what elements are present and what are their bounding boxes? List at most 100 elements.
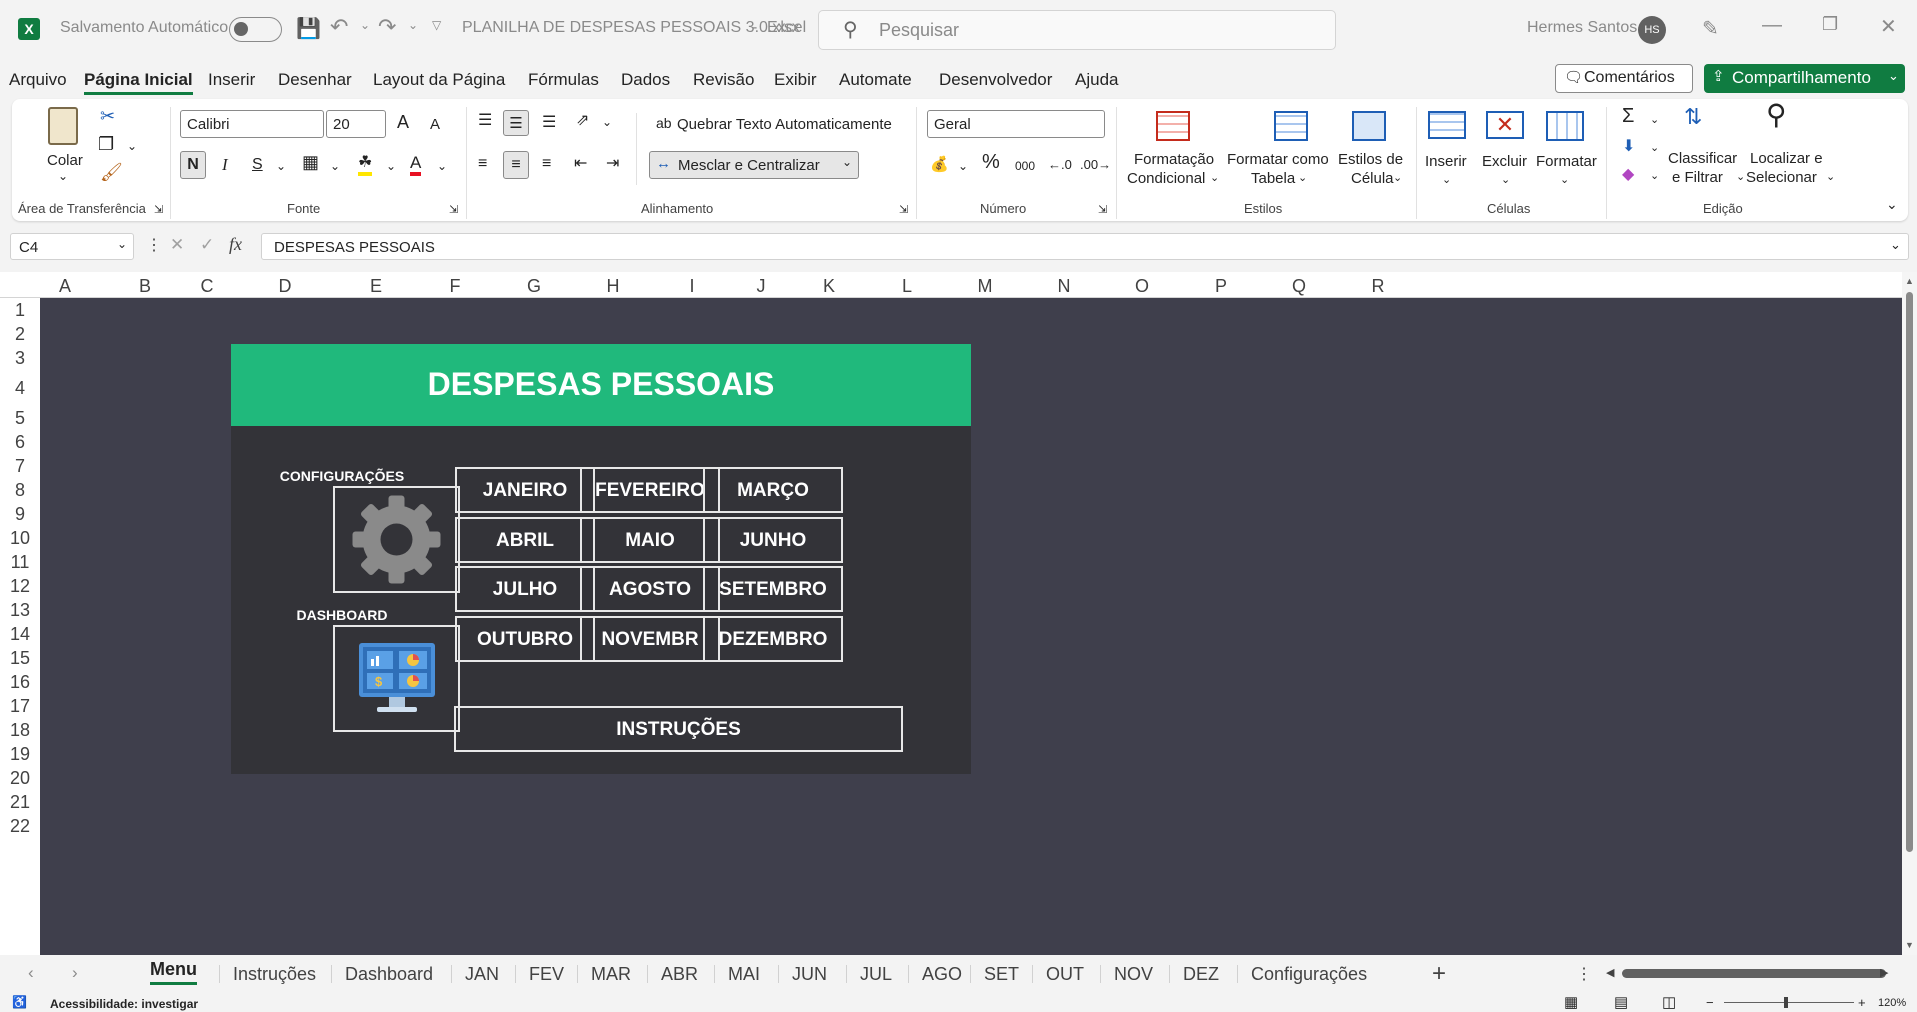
column-header-q[interactable]: Q — [1289, 276, 1309, 297]
font-name-combo[interactable]: Calibri — [180, 110, 324, 138]
row-header-17[interactable]: 17 — [0, 696, 40, 718]
page-layout-icon[interactable]: ▤ — [1614, 993, 1628, 1011]
sheet-tab-out[interactable]: OUT — [1046, 964, 1084, 985]
sheet-tab-menu[interactable]: Menu — [150, 959, 197, 985]
format-painter-icon[interactable]: 🖌 — [100, 163, 123, 182]
menu-desenvolvedor[interactable]: Desenvolvedor — [939, 70, 1052, 90]
delete-cells-icon[interactable]: ✕ — [1486, 111, 1524, 139]
align-top-icon[interactable]: ☰ — [478, 111, 492, 130]
decrease-indent-icon[interactable]: ⇤ — [574, 154, 587, 173]
row-header-22[interactable]: 22 — [0, 816, 40, 838]
paste-icon[interactable] — [48, 107, 78, 145]
sheet-tab-fev[interactable]: FEV — [529, 964, 564, 985]
month-button-2[interactable]: FEVEREIRO — [580, 467, 720, 513]
strikethrough-button[interactable]: S — [252, 155, 263, 174]
restore-icon[interactable]: ❐ — [1822, 14, 1838, 35]
row-header-13[interactable]: 13 — [0, 600, 40, 622]
number-format-combo[interactable]: Geral — [927, 110, 1105, 138]
fill-dropdown-icon[interactable]: ⌄ — [386, 157, 396, 176]
alignment-launcher-icon[interactable]: ⇲ — [899, 201, 908, 220]
align-bottom-icon[interactable]: ☰ — [542, 113, 556, 132]
select-all-corner[interactable] — [0, 272, 40, 298]
accounting-dropdown-icon[interactable]: ⌄ — [958, 157, 968, 176]
row-header-12[interactable]: 12 — [0, 576, 40, 598]
user-name[interactable]: Hermes Santos — [1527, 19, 1637, 37]
scroll-up-icon[interactable]: ▲ — [1905, 276, 1914, 286]
zoom-in-icon[interactable]: + — [1858, 995, 1866, 1010]
name-box-dropdown-icon[interactable]: ⌄ — [117, 237, 127, 251]
sheet-tab-set[interactable]: SET — [984, 964, 1019, 985]
zoom-slider-thumb[interactable] — [1784, 997, 1788, 1008]
increase-indent-icon[interactable]: ⇥ — [606, 154, 619, 173]
close-icon[interactable]: ✕ — [1880, 14, 1897, 39]
fill-down-icon[interactable]: ⬇ — [1622, 137, 1635, 156]
column-header-m[interactable]: M — [975, 276, 995, 297]
wrap-text-icon[interactable]: ab — [656, 114, 672, 133]
scroll-right-icon[interactable]: ▶ — [1880, 966, 1888, 979]
row-header-16[interactable]: 16 — [0, 672, 40, 694]
page-break-icon[interactable]: ◫ — [1662, 993, 1676, 1011]
row-header-7[interactable]: 7 — [0, 456, 40, 478]
sheet-tab-jul[interactable]: JUL — [860, 964, 892, 985]
save-icon[interactable]: 💾 — [296, 16, 321, 41]
italic-button[interactable]: I — [222, 155, 228, 174]
pen-icon[interactable]: ✎ — [1702, 16, 1719, 41]
paste-dropdown-icon[interactable]: ⌄ — [58, 167, 68, 186]
scroll-down-icon[interactable]: ▼ — [1905, 940, 1914, 950]
format-table-label-1[interactable]: Formatar como — [1227, 150, 1329, 169]
delete-cells-dropdown-icon[interactable]: ⌄ — [1501, 171, 1510, 190]
horizontal-scroll-thumb[interactable] — [1622, 969, 1886, 978]
zoom-level[interactable]: 120% — [1878, 997, 1906, 1009]
borders-icon[interactable]: ▦ — [302, 153, 319, 172]
clipboard-launcher-icon[interactable]: ⇲ — [154, 201, 163, 220]
row-header-3[interactable]: 3 — [0, 348, 40, 370]
share-dropdown-icon[interactable]: ⌄ — [1888, 68, 1899, 84]
row-header-2[interactable]: 2 — [0, 324, 40, 346]
row-header-15[interactable]: 15 — [0, 648, 40, 670]
cancel-icon[interactable]: ✕ — [170, 235, 184, 255]
insert-cells-dropdown-icon[interactable]: ⌄ — [1442, 171, 1451, 190]
clear-dropdown-icon[interactable]: ⌄ — [1650, 167, 1659, 186]
menu-exibir[interactable]: Exibir — [774, 70, 817, 90]
column-header-p[interactable]: P — [1211, 276, 1231, 297]
autosave-toggle[interactable] — [229, 17, 282, 42]
row-header-8[interactable]: 8 — [0, 480, 40, 502]
excel-logo-icon[interactable]: X — [18, 18, 40, 40]
share-button[interactable]: ⇪ Compartilhamento ⌄ — [1704, 64, 1905, 93]
row-header-1[interactable]: 1 — [0, 300, 40, 322]
config-button[interactable] — [333, 486, 460, 593]
month-button-5[interactable]: MAIO — [580, 517, 720, 563]
conditional-format-dropdown-icon[interactable]: ⌄ — [1210, 169, 1219, 188]
fill-color-icon[interactable]: ☘ — [358, 153, 373, 176]
sheet-tab-nov[interactable]: NOV — [1114, 964, 1153, 985]
format-table-label-2[interactable]: Tabela — [1251, 169, 1295, 188]
column-header-e[interactable]: E — [366, 276, 386, 297]
sheet-tab-dez[interactable]: DEZ — [1183, 964, 1219, 985]
percent-icon[interactable]: % — [982, 152, 1000, 172]
copy-dropdown-icon[interactable]: ⌄ — [127, 137, 137, 156]
row-header-20[interactable]: 20 — [0, 768, 40, 790]
column-header-l[interactable]: L — [897, 276, 917, 297]
thousands-icon[interactable]: 000 — [1015, 157, 1035, 176]
grow-font-icon[interactable]: A — [397, 113, 409, 132]
column-header-o[interactable]: O — [1132, 276, 1152, 297]
font-launcher-icon[interactable]: ⇲ — [449, 201, 458, 220]
collapse-ribbon-icon[interactable]: ⌄ — [1886, 195, 1898, 214]
customize-toolbar-icon[interactable]: ▽ — [432, 18, 441, 32]
row-header-6[interactable]: 6 — [0, 432, 40, 454]
avatar[interactable]: HS — [1638, 16, 1666, 44]
undo-icon[interactable]: ↶ — [330, 14, 348, 40]
row-header-21[interactable]: 21 — [0, 792, 40, 814]
menu-pagina-inicial[interactable]: Página Inicial — [84, 70, 193, 95]
conditional-format-label-1[interactable]: Formatação — [1134, 150, 1214, 169]
column-header-n[interactable]: N — [1054, 276, 1074, 297]
vertical-scroll-thumb[interactable] — [1906, 292, 1913, 852]
search-box[interactable]: ⚲ Pesquisar — [818, 10, 1336, 50]
sheet-tab-dashboard[interactable]: Dashboard — [345, 964, 433, 985]
autosum-dropdown-icon[interactable]: ⌄ — [1650, 111, 1659, 130]
font-size-combo[interactable]: 20 — [326, 110, 386, 138]
row-header-10[interactable]: 10 — [0, 528, 40, 550]
sheet-area[interactable]: DESPESAS PESSOAIS CONFIGURAÇÕES DASHBOAR… — [40, 298, 1902, 955]
menu-desenhar[interactable]: Desenhar — [278, 70, 352, 90]
align-left-icon[interactable]: ≡ — [478, 154, 487, 173]
